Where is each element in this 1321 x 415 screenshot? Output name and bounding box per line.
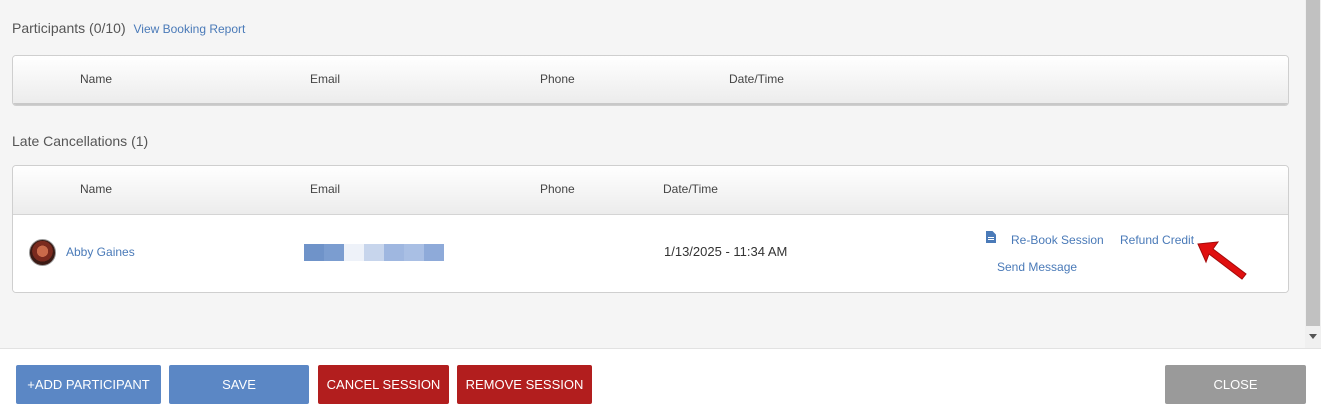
column-header-datetime: Date/Time	[663, 182, 718, 196]
send-message-link[interactable]: Send Message	[997, 260, 1077, 274]
participants-table: Name Email Phone Date/Time	[12, 55, 1289, 106]
scroll-down-icon[interactable]	[1309, 334, 1317, 339]
late-cancellations-table: Name Email Phone Date/Time Abby Gaines 1…	[12, 165, 1289, 293]
column-header-email: Email	[310, 72, 341, 86]
remove-session-button[interactable]: REMOVE SESSION	[457, 365, 592, 404]
booking-datetime: 1/13/2025 - 11:34 AM	[664, 244, 788, 259]
column-header-phone: Phone	[540, 182, 575, 196]
avatar	[29, 239, 56, 266]
vertical-scrollbar[interactable]	[1305, 0, 1321, 348]
late-cancellations-title: Late Cancellations (1)	[12, 133, 149, 149]
cancel-session-button[interactable]: CANCEL SESSION	[318, 365, 449, 404]
column-header-name: Name	[80, 72, 113, 86]
session-details-panel: Participants (0/10) View Booking Report …	[0, 0, 1305, 348]
add-participant-button[interactable]: +ADD PARTICIPANT	[16, 365, 161, 404]
save-button[interactable]: SAVE	[169, 365, 309, 404]
late-cancellations-heading: Late Cancellations (1)	[12, 133, 148, 149]
column-header-name: Name	[80, 182, 113, 196]
action-footer: +ADD PARTICIPANT SAVE CANCEL SESSION REM…	[0, 348, 1321, 415]
participant-name-link[interactable]: Abby Gaines	[66, 245, 135, 259]
rebook-session-link[interactable]: Re-Book Session	[1011, 233, 1104, 247]
redacted-email	[304, 244, 444, 261]
participants-heading: Participants (0/10) View Booking Report	[12, 20, 245, 36]
column-header-email: Email	[310, 182, 341, 196]
column-header-phone: Phone	[540, 72, 575, 86]
column-header-datetime: Date/Time	[729, 72, 784, 86]
participants-table-header: Name Email Phone Date/Time	[13, 56, 1288, 105]
close-button[interactable]: CLOSE	[1165, 365, 1306, 404]
document-icon	[986, 231, 996, 243]
view-booking-report-link[interactable]: View Booking Report	[134, 22, 246, 36]
red-arrow-icon	[1197, 241, 1247, 280]
table-row: Abby Gaines 1/13/2025 - 11:34 AM Re-Book…	[13, 215, 1288, 292]
participants-title: Participants (0/10)	[12, 20, 126, 36]
refund-credit-link[interactable]: Refund Credit	[1120, 233, 1194, 247]
scrollbar-thumb[interactable]	[1306, 0, 1320, 326]
late-cancellations-table-header: Name Email Phone Date/Time	[13, 166, 1288, 215]
